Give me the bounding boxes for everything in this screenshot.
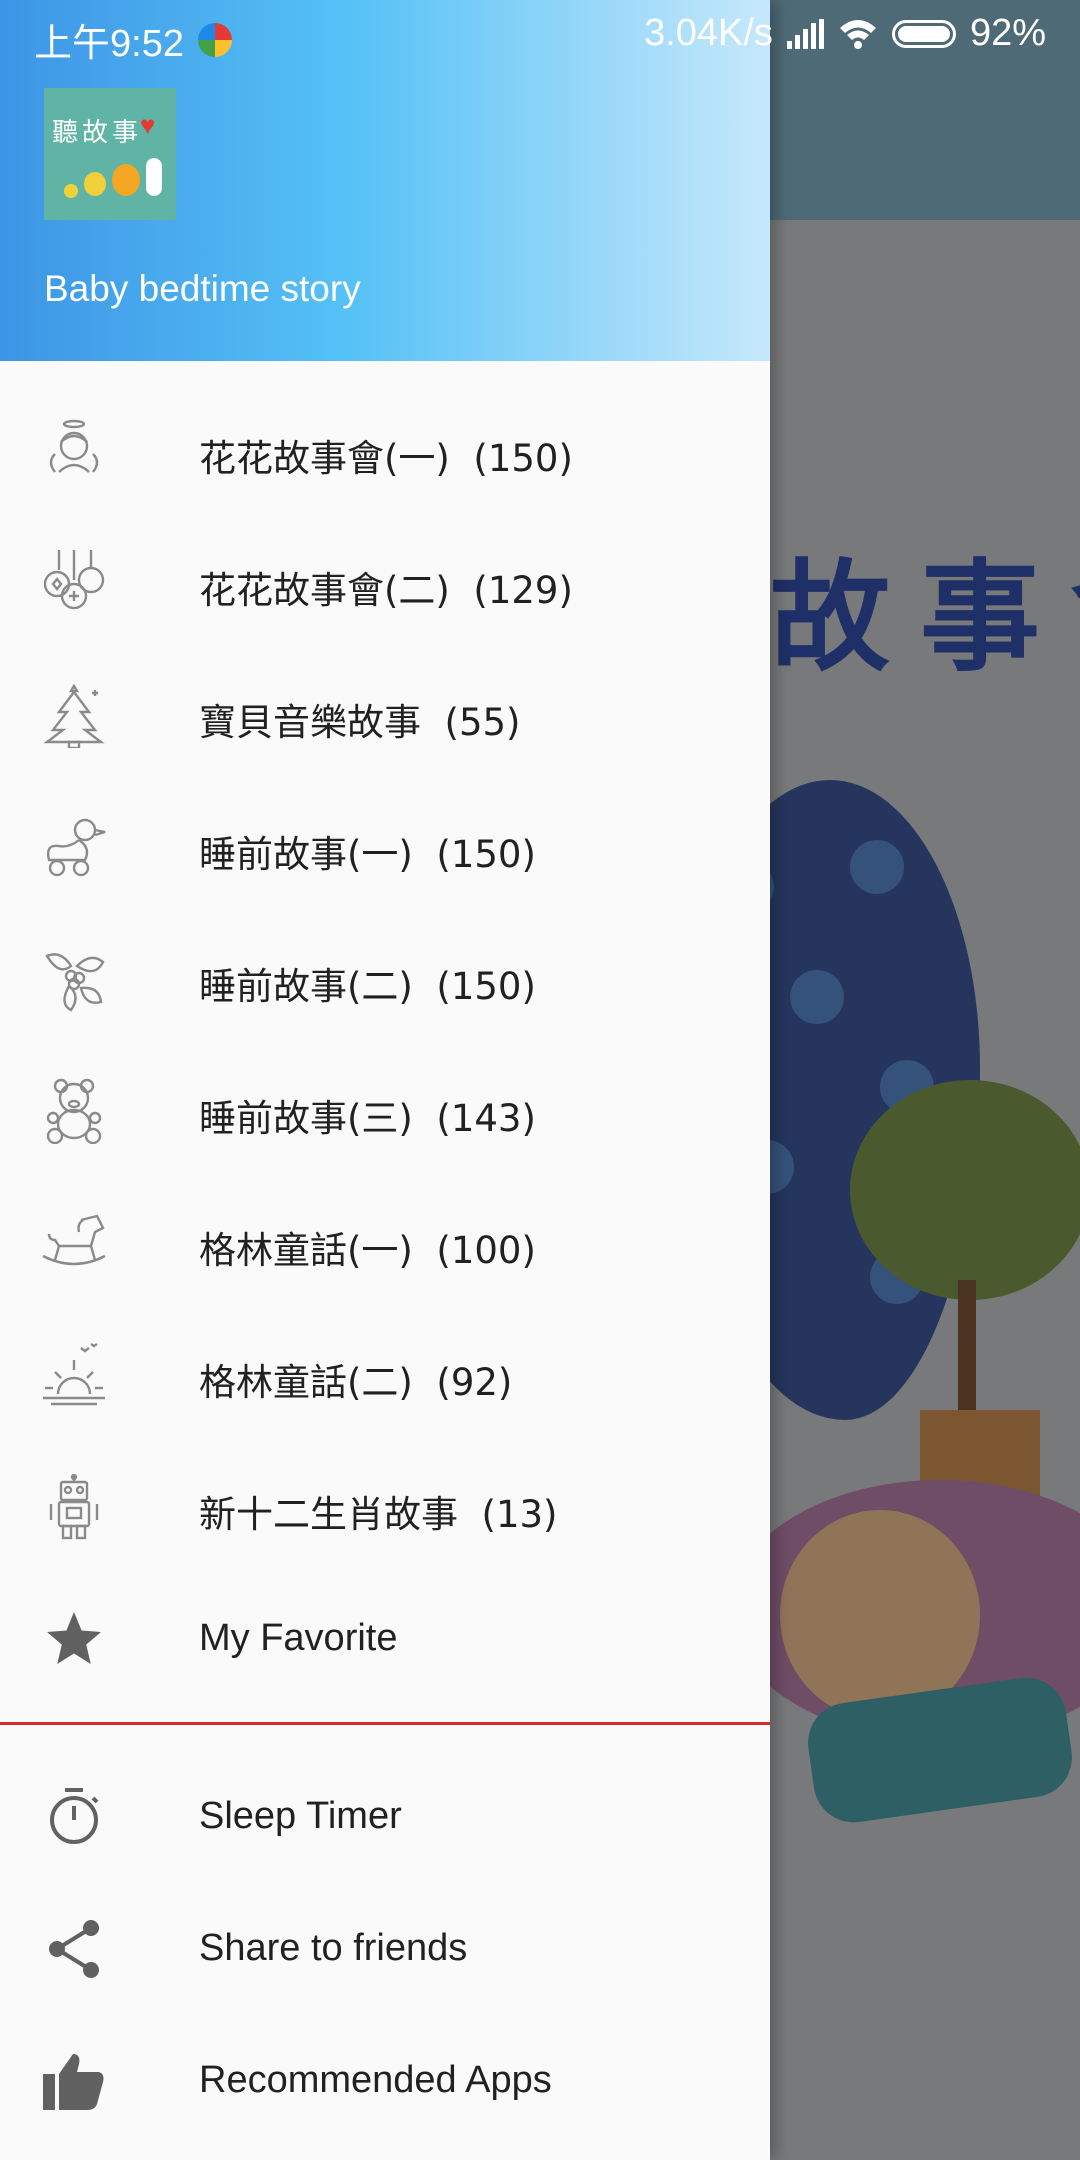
recommended-apps-label: Recommended Apps bbox=[199, 2059, 552, 2101]
category-item-6[interactable]: 睡前故事(三) (143) bbox=[0, 1045, 770, 1177]
category-label: 花花故事會(一) (150) bbox=[199, 437, 573, 480]
status-time: 上午9:52 bbox=[34, 23, 184, 65]
share-icon bbox=[49, 1920, 99, 1978]
sleep-timer-item[interactable]: Sleep Timer bbox=[0, 1751, 770, 1883]
network-speed: 3.04K/s bbox=[644, 12, 773, 54]
holly-icon bbox=[45, 953, 105, 1012]
category-label: 格林童話(二) (92) bbox=[199, 1361, 513, 1404]
category-label: 睡前故事(一) (150) bbox=[199, 833, 536, 876]
navigation-drawer: 聽故事 ♥ Baby bedtime story 花花故事會(一) (150) bbox=[0, 0, 770, 2160]
heart-icon: ♥ bbox=[140, 110, 156, 140]
sleep-timer-label: Sleep Timer bbox=[199, 1795, 402, 1837]
thumbs-up-icon bbox=[43, 2054, 104, 2110]
share-to-friends-item[interactable]: Share to friends bbox=[0, 1883, 770, 2015]
share-to-friends-label: Share to friends bbox=[199, 1927, 468, 1969]
background-illustration: 故事會 bbox=[770, 220, 1080, 2160]
sunrise-icon bbox=[43, 1343, 105, 1406]
category-item-1[interactable]: 花花故事會(一) (150) bbox=[0, 385, 770, 517]
status-bar: 上午9:52 3.04K/s 92% bbox=[0, 0, 1080, 65]
teddy-bear-icon bbox=[46, 1078, 102, 1144]
category-label: 格林童話(一) (100) bbox=[199, 1229, 536, 1272]
category-item-4[interactable]: 睡前故事(一) (150) bbox=[0, 781, 770, 913]
ornaments-icon bbox=[43, 550, 105, 610]
notification-app-icon bbox=[197, 22, 232, 57]
app-logo-text: 聽故事 bbox=[52, 118, 143, 148]
category-item-7[interactable]: 格林童話(一) (100) bbox=[0, 1177, 770, 1309]
category-label: 寶貝音樂故事 (55) bbox=[199, 701, 521, 744]
category-item-2[interactable]: 花花故事會(二) (129) bbox=[0, 517, 770, 649]
category-item-9[interactable]: 新十二生肖故事 (13) bbox=[0, 1441, 770, 1573]
my-favorite-item[interactable]: My Favorite bbox=[0, 1573, 770, 1705]
christmas-tree-icon bbox=[43, 683, 105, 748]
app-logo: 聽故事 ♥ bbox=[44, 88, 176, 220]
recommended-apps-item[interactable]: Recommended Apps bbox=[0, 2015, 770, 2147]
timer-icon bbox=[50, 1788, 99, 1844]
cell-signal-icon bbox=[786, 18, 824, 49]
category-list: 花花故事會(一) (150) 花花故事會(二) (129) 寶貝音樂故事 (55… bbox=[0, 385, 770, 1705]
rocking-horse-icon bbox=[42, 1214, 106, 1266]
drawer-app-title: Baby bedtime story bbox=[44, 268, 361, 309]
category-item-8[interactable]: 格林童話(二) (92) bbox=[0, 1309, 770, 1441]
wifi-icon bbox=[839, 19, 876, 49]
menu-divider bbox=[0, 1722, 770, 1725]
category-item-5[interactable]: 睡前故事(二) (150) bbox=[0, 913, 770, 1045]
background-tree bbox=[850, 1080, 1080, 1300]
category-item-3[interactable]: 寶貝音樂故事 (55) bbox=[0, 649, 770, 781]
battery-percent: 92% bbox=[969, 12, 1046, 54]
robot-icon bbox=[49, 1474, 99, 1540]
category-label: 睡前故事(三) (143) bbox=[199, 1097, 536, 1140]
angel-icon bbox=[49, 419, 99, 473]
battery-icon bbox=[891, 19, 956, 48]
category-label: 睡前故事(二) (150) bbox=[199, 965, 536, 1008]
my-favorite-label: My Favorite bbox=[199, 1617, 398, 1659]
star-icon bbox=[47, 1612, 101, 1664]
category-label: 花花故事會(二) (129) bbox=[199, 569, 573, 612]
extras-list: Sleep Timer Share to friends Recommended… bbox=[0, 1751, 770, 2147]
category-label: 新十二生肖故事 (13) bbox=[199, 1493, 558, 1536]
background-title: 故事會 bbox=[770, 549, 1080, 688]
duck-toy-icon bbox=[46, 818, 106, 877]
